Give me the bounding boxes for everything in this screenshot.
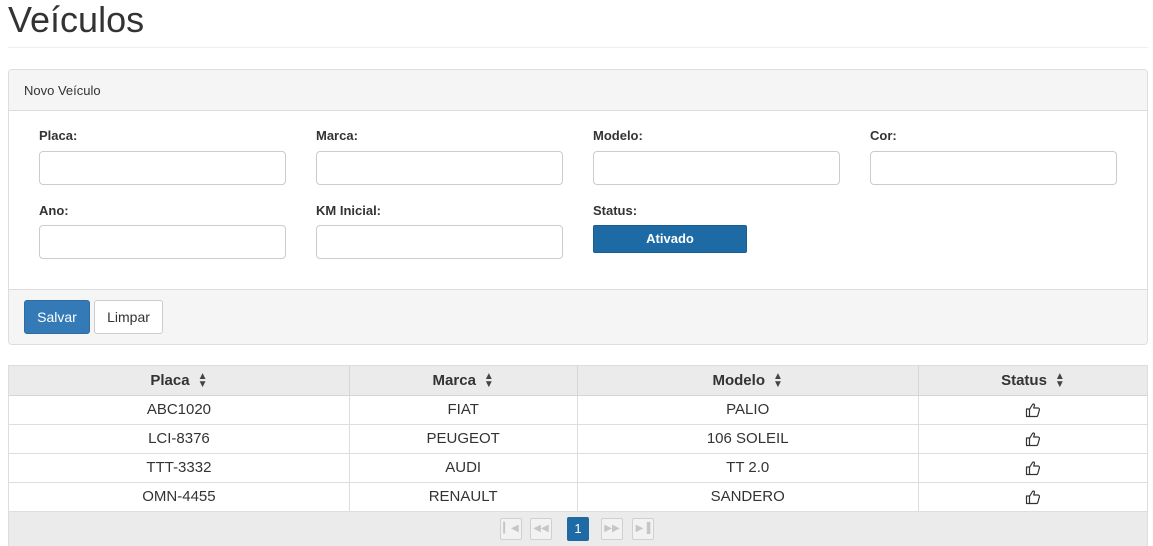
column-header-placa[interactable]: Placa ▲ ▼ bbox=[9, 366, 350, 396]
marca-cell: RENAULT bbox=[349, 482, 578, 512]
status-cell bbox=[918, 482, 1147, 512]
status-cell bbox=[918, 395, 1147, 425]
table-row[interactable]: OMN-4455 RENAULT SANDERO bbox=[9, 482, 1147, 512]
status-label: Status: bbox=[593, 203, 638, 218]
modelo-label: Modelo: bbox=[593, 128, 643, 143]
thumbs-up-icon[interactable] bbox=[1025, 431, 1041, 447]
column-header-label: Placa bbox=[150, 371, 190, 389]
ano-label: Ano: bbox=[39, 203, 69, 218]
first-page-icon[interactable]: ▎◀ bbox=[500, 517, 522, 540]
marca-cell: FIAT bbox=[349, 395, 578, 425]
thumbs-up-icon[interactable] bbox=[1025, 402, 1041, 418]
save-button[interactable]: Salvar bbox=[24, 300, 90, 334]
cor-label: Cor: bbox=[870, 128, 897, 143]
table-row[interactable]: TTT-3332 AUDI TT 2.0 bbox=[9, 453, 1147, 483]
next-page-icon[interactable]: ▶▶ bbox=[601, 517, 623, 540]
status-toggle[interactable]: Ativado bbox=[593, 225, 747, 253]
column-header-modelo[interactable]: Modelo ▲ ▼ bbox=[577, 366, 919, 396]
placa-input[interactable] bbox=[39, 151, 286, 185]
modelo-input[interactable] bbox=[593, 151, 840, 185]
status-cell bbox=[918, 424, 1147, 454]
title-divider bbox=[8, 47, 1148, 48]
marca-cell: AUDI bbox=[349, 453, 578, 483]
sort-icon: ▲ ▼ bbox=[197, 370, 208, 390]
marca-input[interactable] bbox=[316, 151, 563, 185]
modelo-cell: TT 2.0 bbox=[577, 453, 919, 483]
new-vehicle-panel: Novo Veículo Placa: Marca: Modelo: Cor: … bbox=[8, 69, 1148, 345]
marca-cell: PEUGEOT bbox=[349, 424, 578, 454]
status-cell bbox=[918, 453, 1147, 483]
sort-icon: ▲ ▼ bbox=[1054, 370, 1065, 390]
modelo-cell: SANDERO bbox=[577, 482, 919, 512]
clear-button[interactable]: Limpar bbox=[94, 300, 163, 334]
placa-label: Placa: bbox=[39, 128, 78, 143]
modelo-cell: PALIO bbox=[577, 395, 919, 425]
page-number-button[interactable]: 1 bbox=[567, 516, 589, 541]
cor-input[interactable] bbox=[870, 151, 1117, 185]
ano-input[interactable] bbox=[39, 225, 286, 259]
km-inicial-input[interactable] bbox=[316, 225, 563, 259]
placa-cell: LCI-8376 bbox=[9, 424, 350, 454]
paginator: ▎◀ ◀◀ 1 ▶▶ ▶▐ bbox=[9, 511, 1147, 546]
thumbs-up-icon[interactable] bbox=[1025, 460, 1041, 476]
panel-heading: Novo Veículo bbox=[9, 70, 1147, 111]
sort-icon: ▲ ▼ bbox=[483, 370, 494, 390]
table-row[interactable]: LCI-8376 PEUGEOT 106 SOLEIL bbox=[9, 424, 1147, 454]
marca-label: Marca: bbox=[316, 128, 358, 143]
placa-cell: TTT-3332 bbox=[9, 453, 350, 483]
modelo-cell: 106 SOLEIL bbox=[577, 424, 919, 454]
column-header-status[interactable]: Status ▲ ▼ bbox=[918, 366, 1147, 396]
column-header-label: Status bbox=[1001, 371, 1047, 389]
placa-cell: ABC1020 bbox=[9, 395, 350, 425]
column-header-label: Modelo bbox=[712, 371, 765, 389]
table-row[interactable]: ABC1020 FIAT PALIO bbox=[9, 395, 1147, 425]
km-inicial-label: KM Inicial: bbox=[316, 203, 382, 218]
sort-icon: ▲ ▼ bbox=[772, 370, 783, 390]
page-title: Veículos bbox=[8, 0, 145, 40]
placa-cell: OMN-4455 bbox=[9, 482, 350, 512]
thumbs-up-icon[interactable] bbox=[1025, 489, 1041, 505]
prev-page-icon[interactable]: ◀◀ bbox=[530, 517, 552, 540]
vehicles-table: Placa ▲ ▼ Marca ▲ ▼ Modelo ▲ ▼ Status ▲ ▼ ABC102… bbox=[8, 365, 1148, 546]
last-page-icon[interactable]: ▶▐ bbox=[632, 517, 654, 540]
panel-footer: Salvar Limpar bbox=[9, 289, 1147, 344]
column-header-label: Marca bbox=[432, 371, 476, 389]
column-header-marca[interactable]: Marca ▲ ▼ bbox=[349, 366, 578, 396]
